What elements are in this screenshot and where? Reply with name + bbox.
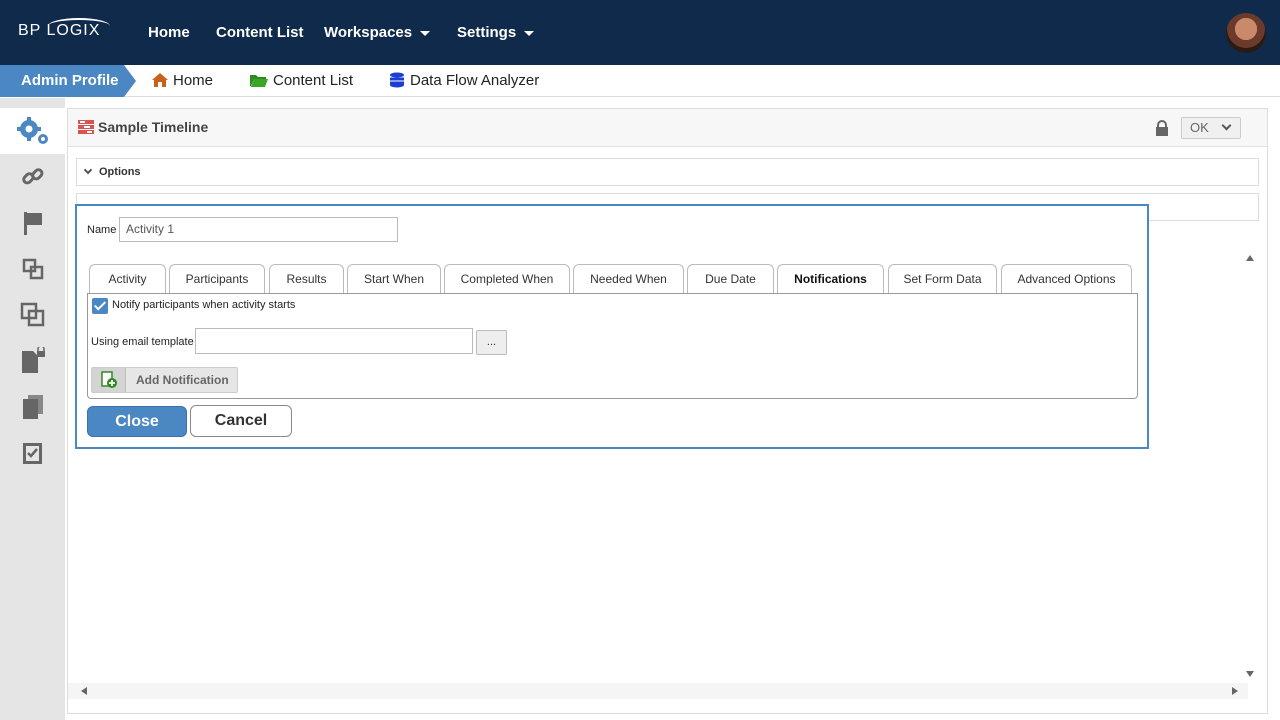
house-icon: [152, 73, 168, 87]
chevron-down-icon: [83, 165, 93, 175]
cancel-label: Cancel: [214, 412, 268, 429]
nav-content-list-label: Content List: [216, 24, 304, 41]
tab-start-when[interactable]: Start When: [347, 264, 441, 294]
options-section-header[interactable]: Options: [76, 158, 1259, 186]
breadcrumb-data-flow-analyzer[interactable]: Data Flow Analyzer: [388, 65, 539, 97]
breadcrumb-home-label: Home: [173, 72, 214, 89]
nav-workspaces[interactable]: Workspaces: [324, 24, 431, 41]
close-label: Close: [115, 413, 159, 430]
tab-set-form-data[interactable]: Set Form Data: [888, 264, 997, 294]
sidebar-item-flags[interactable]: [0, 200, 65, 246]
sidebar-item-links[interactable]: [0, 154, 65, 200]
browse-label: ...: [486, 336, 497, 348]
activity-name-input[interactable]: Activity 1: [119, 217, 398, 242]
tab-due-date[interactable]: Due Date: [687, 264, 774, 294]
left-sidebar: [0, 98, 65, 720]
tab-label: Start When: [363, 272, 425, 286]
activity-dialog: Name Activity 1 Activity Participants Re…: [75, 204, 1149, 449]
add-notification-button[interactable]: Add Notification: [91, 367, 238, 393]
tab-participants[interactable]: Participants: [169, 264, 265, 294]
ok-label: OK: [1190, 120, 1209, 135]
breadcrumb-home[interactable]: Home: [151, 65, 213, 97]
nav-settings[interactable]: Settings: [457, 24, 535, 41]
database-icon: [390, 72, 404, 88]
close-button[interactable]: Close: [87, 406, 187, 437]
logo-arc: [48, 18, 110, 34]
tab-needed-when[interactable]: Needed When: [573, 264, 684, 294]
breadcrumb: Admin Profile Home Content List Data Flo…: [0, 65, 1280, 97]
tab-label: Completed When: [460, 272, 554, 286]
locked-document-icon: [21, 347, 45, 373]
user-avatar[interactable]: [1226, 13, 1266, 53]
tab-label: Due Date: [705, 272, 756, 286]
flag-icon: [23, 212, 42, 235]
scroll-right-arrow[interactable]: [1232, 687, 1238, 695]
tab-label: Results: [286, 272, 327, 286]
tab-notifications[interactable]: Notifications: [777, 264, 884, 294]
folder-icon: [250, 75, 268, 87]
nav-home-label: Home: [148, 24, 190, 41]
panel-title-bar: Sample Timeline OK: [68, 109, 1267, 147]
notifications-tab-panel: Notify participants when activity starts…: [87, 293, 1138, 399]
tab-label: Participants: [185, 272, 249, 286]
sidebar-item-copy[interactable]: [0, 246, 65, 292]
timeline-icon: [78, 120, 94, 134]
copy-small-icon: [22, 258, 43, 280]
notify-checkbox[interactable]: [92, 298, 108, 314]
add-notification-label: Add Notification: [136, 373, 229, 387]
breadcrumb-data-flow-label: Data Flow Analyzer: [410, 72, 540, 89]
scroll-up-arrow[interactable]: [1246, 255, 1254, 261]
checklist-icon: [22, 443, 42, 464]
tab-completed-when[interactable]: Completed When: [444, 264, 570, 294]
breadcrumb-content-list[interactable]: Content List: [249, 65, 353, 97]
page-title: Sample Timeline: [98, 119, 209, 135]
top-navigation-bar: BP LOGIX Home Content List Workspaces Se…: [0, 0, 1280, 65]
tab-label: Set Form Data: [903, 272, 982, 286]
tab-activity[interactable]: Activity: [89, 264, 166, 294]
breadcrumb-admin-label: Admin Profile: [21, 72, 119, 89]
email-template-input[interactable]: [195, 328, 473, 354]
tab-label: Activity: [108, 272, 147, 286]
horizontal-scrollbar[interactable]: [68, 683, 1248, 699]
bp-logix-logo[interactable]: BP LOGIX: [18, 18, 110, 40]
breadcrumb-admin-profile[interactable]: Admin Profile: [0, 65, 136, 97]
sidebar-item-settings[interactable]: [0, 108, 65, 154]
chevron-down-icon: [1221, 120, 1232, 131]
scroll-left-arrow[interactable]: [81, 687, 87, 695]
tab-results[interactable]: Results: [269, 264, 344, 294]
nav-content-list[interactable]: Content List: [216, 24, 304, 41]
link-icon: [21, 168, 43, 185]
nav-settings-label: Settings: [457, 24, 517, 41]
tab-label: Needed When: [590, 272, 667, 286]
browse-template-button[interactable]: ...: [476, 330, 507, 355]
copy-large-icon: [20, 302, 44, 327]
nav-workspaces-label: Workspaces: [324, 24, 413, 41]
notify-label: Notify participants when activity starts: [112, 299, 296, 311]
ok-dropdown-button[interactable]: OK: [1181, 117, 1241, 139]
gears-icon: [16, 117, 48, 144]
name-label: Name: [87, 224, 117, 236]
documents-icon: [22, 395, 43, 419]
tab-label: Notifications: [794, 272, 867, 286]
scroll-down-arrow[interactable]: [1246, 671, 1254, 677]
lock-icon[interactable]: [1155, 120, 1169, 136]
sidebar-item-documents[interactable]: [0, 384, 65, 430]
tab-advanced-options[interactable]: Advanced Options: [1001, 264, 1132, 294]
chevron-down-icon: [524, 30, 535, 36]
cancel-button[interactable]: Cancel: [190, 405, 292, 437]
sidebar-item-locked-documents[interactable]: [0, 338, 65, 384]
add-notification-icon: [92, 368, 126, 392]
sidebar-item-tasks[interactable]: [0, 430, 65, 476]
breadcrumb-content-list-label: Content List: [273, 72, 354, 89]
sidebar-item-duplicate[interactable]: [0, 292, 65, 338]
email-template-label: Using email template: [91, 336, 194, 348]
tab-label: Advanced Options: [1017, 272, 1116, 286]
options-label: Options: [99, 166, 141, 178]
chevron-down-icon: [420, 30, 431, 36]
nav-home[interactable]: Home: [148, 24, 190, 41]
